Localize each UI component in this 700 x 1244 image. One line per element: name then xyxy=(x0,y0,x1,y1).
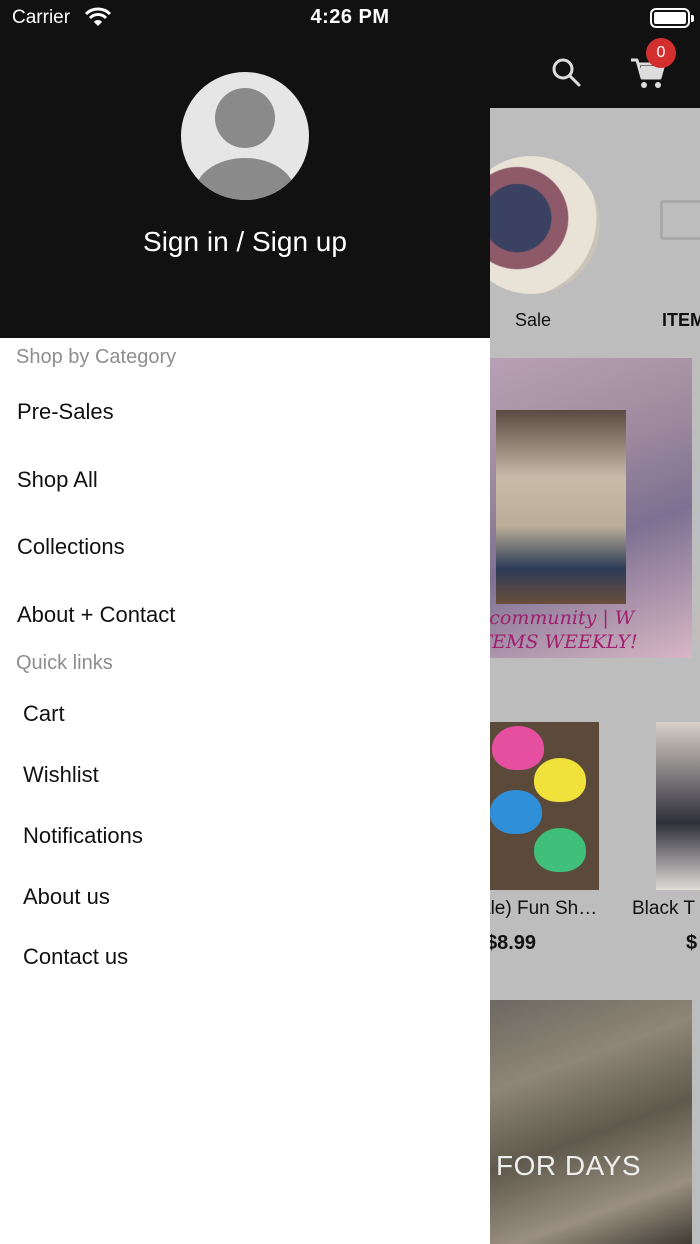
product-name: Black T xyxy=(632,898,696,919)
menu-item-label: Cart xyxy=(23,701,65,726)
product-image[interactable] xyxy=(656,722,700,890)
menu-item-collections[interactable]: Collections xyxy=(0,517,490,577)
heart-decoration xyxy=(492,726,544,770)
avatar-head xyxy=(215,88,275,148)
banner-text: FOR DAYS xyxy=(496,1150,642,1181)
cart-count-badge: 0 xyxy=(646,38,676,68)
avatar-body xyxy=(195,158,295,200)
quick-link-wishlist[interactable]: Wishlist xyxy=(0,745,490,805)
category-label: ITEM xyxy=(662,310,700,330)
banner-text: e community | W ITEMS WEEKLY! xyxy=(472,607,638,653)
menu-item-shop-all[interactable]: Shop All xyxy=(0,450,490,510)
search-icon xyxy=(552,58,581,87)
menu-item-about-contact[interactable]: About + Contact xyxy=(0,585,490,645)
image-placeholder-icon[interactable] xyxy=(660,200,700,240)
heart-decoration xyxy=(490,790,542,834)
quick-link-notifications[interactable]: Notifications xyxy=(0,806,490,866)
menu-item-label: Contact us xyxy=(23,944,129,969)
navigation-drawer: Sign in / Sign up Shop by Category Pre-S… xyxy=(0,0,490,1244)
quick-link-contact-us[interactable]: Contact us xyxy=(0,927,490,987)
status-bar: Carrier 4:26 PM xyxy=(0,0,700,36)
user-placeholder-icon[interactable] xyxy=(181,72,309,200)
menu-item-label: Collections xyxy=(17,534,125,559)
section-title-quick-links: Quick links xyxy=(16,652,113,674)
heart-decoration xyxy=(534,828,586,872)
menu-item-label: About us xyxy=(23,884,110,909)
quick-link-about-us[interactable]: About us xyxy=(0,867,490,927)
battery-icon xyxy=(650,8,694,28)
menu-item-label: Shop All xyxy=(17,467,98,492)
menu-item-label: Notifications xyxy=(23,823,143,848)
sign-in-link[interactable]: Sign in / Sign up xyxy=(0,226,490,258)
quick-link-cart[interactable]: Cart xyxy=(0,684,490,744)
category-label: Sale xyxy=(514,310,552,330)
menu-item-pre-sales[interactable]: Pre-Sales xyxy=(0,382,490,442)
product-price: $8.99 xyxy=(486,932,537,954)
status-time: 4:26 PM xyxy=(310,6,390,28)
search-button[interactable] xyxy=(548,54,584,90)
drawer-header: Sign in / Sign up xyxy=(0,0,490,338)
menu-item-label: Wishlist xyxy=(23,762,99,787)
menu-item-label: About + Contact xyxy=(17,602,176,627)
heart-decoration xyxy=(534,758,586,802)
product-price: $ xyxy=(686,932,698,954)
menu-item-label: Pre-Sales xyxy=(17,399,114,424)
section-title-shop-by-category: Shop by Category xyxy=(16,346,177,368)
promo-banner[interactable] xyxy=(476,1000,692,1244)
product-image[interactable] xyxy=(478,722,599,890)
product-name: ale) Fun Sh… xyxy=(480,898,598,919)
banner-photo xyxy=(496,410,626,604)
